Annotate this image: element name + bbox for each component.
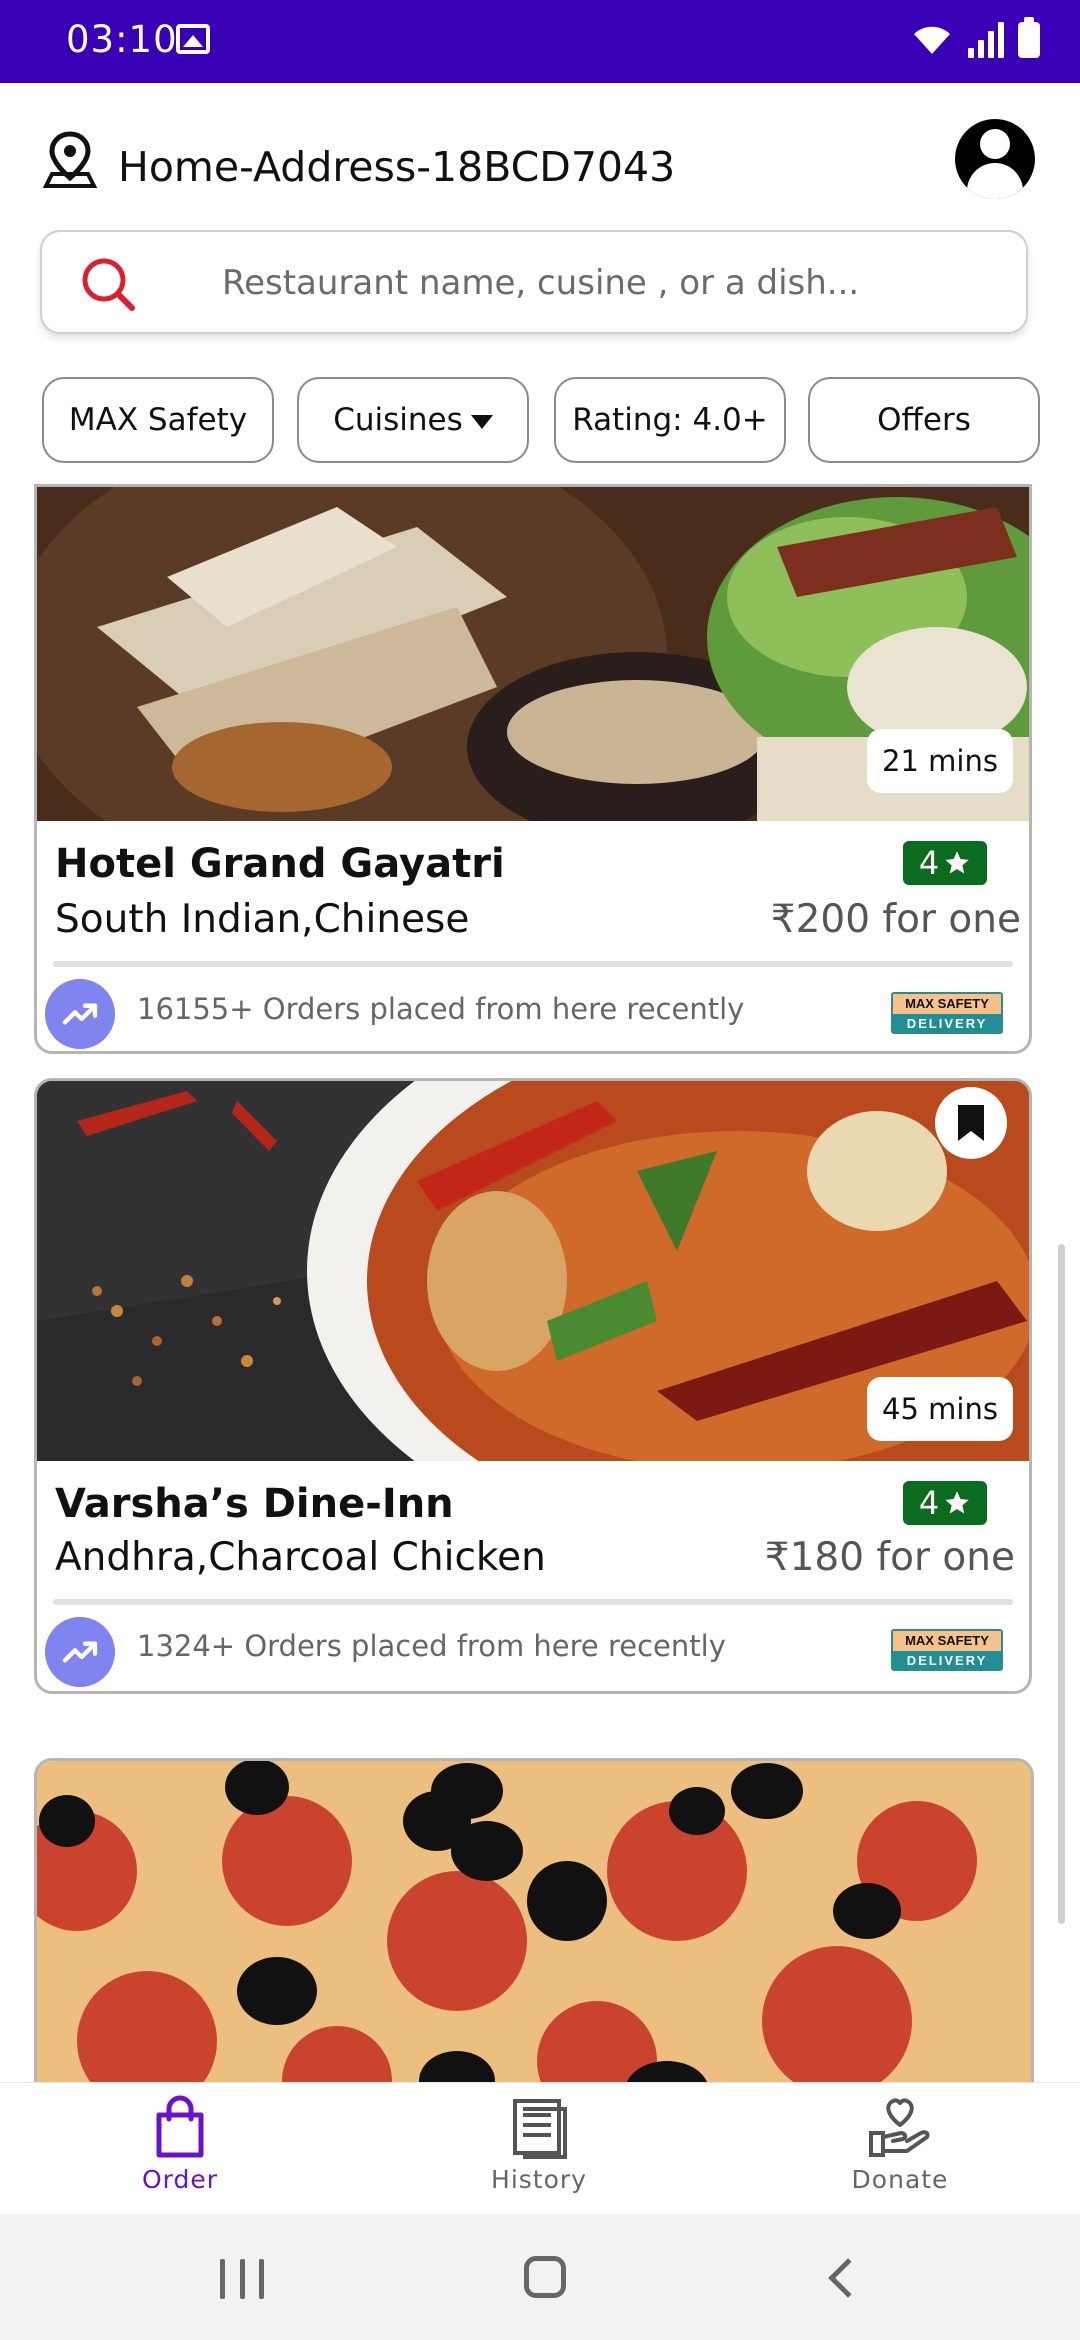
gallery-notification-icon bbox=[176, 24, 210, 54]
filter-chips: MAX Safety Cuisines Rating: 4.0+ Offers bbox=[42, 377, 1042, 463]
restaurant-cuisine: South Indian,Chinese bbox=[55, 897, 470, 942]
wifi-icon bbox=[914, 26, 950, 54]
filter-label: MAX Safety bbox=[68, 402, 248, 438]
battery-icon bbox=[1018, 17, 1040, 58]
restaurant-card[interactable]: 21 mins Hotel Grand Gayatri 4 South Indi… bbox=[34, 484, 1032, 1054]
max-safety-delivery-badge: MAX SAFETY DELIVERY bbox=[891, 1629, 1003, 1671]
feed-scrollbar[interactable] bbox=[1058, 1244, 1065, 1924]
price-for-one: ₹200 for one bbox=[770, 897, 1021, 942]
badge-bottom-text: DELIVERY bbox=[893, 1651, 1001, 1669]
card-divider bbox=[53, 1599, 1013, 1605]
filter-label: Cuisines bbox=[333, 402, 463, 438]
recent-apps-icon[interactable] bbox=[220, 2259, 264, 2299]
restaurant-card[interactable] bbox=[34, 1758, 1034, 2082]
status-time: 03:10 bbox=[66, 18, 178, 61]
restaurant-name: Hotel Grand Gayatri bbox=[55, 841, 505, 887]
badge-bottom-text: DELIVERY bbox=[893, 1014, 1001, 1032]
filter-label: Offers bbox=[877, 402, 971, 438]
trending-icon bbox=[45, 1617, 115, 1687]
system-navigation-bar bbox=[0, 2214, 1080, 2340]
filter-max-safety[interactable]: MAX Safety bbox=[42, 377, 274, 463]
status-icons bbox=[910, 17, 1040, 58]
max-safety-delivery-badge: MAX SAFETY DELIVERY bbox=[891, 992, 1003, 1034]
back-icon[interactable] bbox=[828, 2258, 868, 2298]
bottom-navigation: Order History Donate bbox=[0, 2082, 1080, 2214]
filter-rating[interactable]: Rating: 4.0+ bbox=[554, 377, 786, 463]
signal-icon bbox=[968, 22, 1004, 58]
star-icon bbox=[945, 851, 969, 874]
nav-donate[interactable]: Donate bbox=[800, 2083, 1000, 2215]
restaurant-photo: 45 mins bbox=[37, 1081, 1029, 1461]
caret-down-icon bbox=[470, 415, 493, 429]
restaurant-cuisine: Andhra,Charcoal Chicken bbox=[55, 1535, 546, 1580]
rating-value: 4 bbox=[918, 1484, 940, 1522]
restaurant-feed[interactable]: 21 mins Hotel Grand Gayatri 4 South Indi… bbox=[0, 484, 1080, 2082]
delivery-time-badge: 45 mins bbox=[867, 1377, 1013, 1441]
restaurant-name: Varsha’s Dine-Inn bbox=[55, 1481, 454, 1527]
home-icon[interactable] bbox=[524, 2256, 566, 2298]
rating-badge: 4 bbox=[903, 1481, 987, 1525]
filter-label: Rating: 4.0+ bbox=[572, 402, 768, 438]
search-bar[interactable] bbox=[40, 230, 1028, 334]
restaurant-photo: 21 mins bbox=[37, 487, 1029, 821]
card-divider bbox=[53, 961, 1013, 967]
delivery-time-badge: 21 mins bbox=[867, 729, 1013, 793]
nav-history[interactable]: History bbox=[439, 2083, 639, 2215]
search-input[interactable] bbox=[222, 254, 1002, 312]
nav-label: Donate bbox=[851, 2165, 949, 2194]
restaurant-card[interactable]: 45 mins Varsha’s Dine-Inn 4 Andhra,Charc… bbox=[34, 1078, 1032, 1694]
price-for-one: ₹180 for one bbox=[764, 1535, 1015, 1580]
star-icon bbox=[945, 1491, 969, 1514]
restaurant-photo bbox=[37, 1761, 1031, 2082]
food-image-pepperoni-pizza bbox=[37, 1761, 1031, 2082]
nav-label: Order bbox=[141, 2165, 219, 2194]
rating-value: 4 bbox=[918, 844, 940, 882]
status-bar: 03:10 bbox=[0, 0, 1080, 83]
bookmark-icon[interactable] bbox=[935, 1087, 1007, 1159]
badge-top-text: MAX SAFETY bbox=[893, 994, 1001, 1014]
rating-badge: 4 bbox=[903, 841, 987, 885]
filter-cuisines[interactable]: Cuisines bbox=[297, 377, 529, 463]
orders-placed-text: 1324+ Orders placed from here recently bbox=[137, 1629, 726, 1663]
receipt-icon bbox=[513, 2099, 567, 2159]
nav-order[interactable]: Order bbox=[80, 2083, 280, 2215]
nav-label: History bbox=[491, 2165, 587, 2194]
search-icon bbox=[82, 258, 135, 311]
donate-hand-heart-icon bbox=[869, 2098, 930, 2157]
badge-top-text: MAX SAFETY bbox=[893, 1631, 1001, 1651]
trending-icon bbox=[45, 979, 115, 1049]
filter-offers[interactable]: Offers bbox=[808, 377, 1040, 463]
profile-avatar-icon[interactable] bbox=[955, 119, 1035, 199]
orders-placed-text: 16155+ Orders placed from here recently bbox=[137, 992, 745, 1026]
app-header: Home-Address-18BCD7043 bbox=[0, 83, 1080, 233]
location-pin-icon[interactable] bbox=[42, 130, 98, 190]
delivery-address[interactable]: Home-Address-18BCD7043 bbox=[118, 143, 675, 191]
shopping-bag-icon bbox=[156, 2095, 204, 2158]
